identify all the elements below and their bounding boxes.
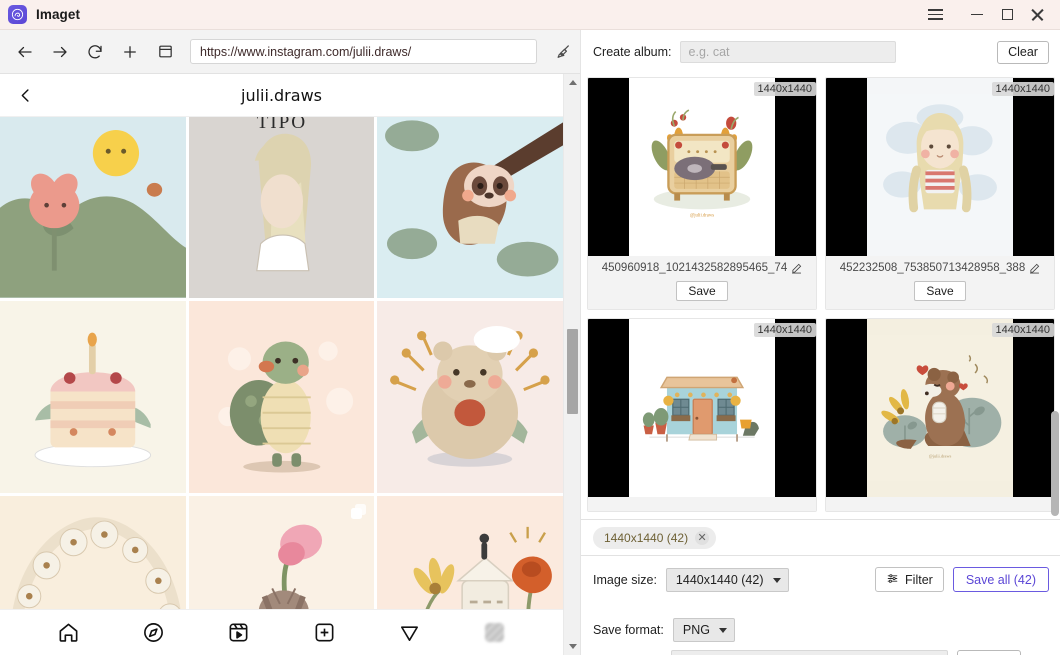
grid-post[interactable]: TIPO	[188, 105, 375, 298]
profile-avatar[interactable]	[481, 620, 507, 646]
result-thumbnail[interactable]: @julii.draws 1440x1440	[588, 78, 816, 256]
results-list: @julii.draws 1440x1440 450960918_1021432…	[581, 74, 1060, 519]
results-scrollbar[interactable]	[1051, 76, 1059, 517]
window-controls	[920, 0, 1060, 30]
dimension-badge: 1440x1440	[753, 323, 816, 337]
back-arrow-icon[interactable]	[12, 39, 38, 65]
save-all-button[interactable]: Save all (42)	[952, 567, 1049, 592]
sliders-icon	[886, 572, 899, 588]
result-meta	[588, 497, 816, 511]
forward-arrow-icon[interactable]	[47, 39, 73, 65]
instagram-post-grid: TIPO	[0, 105, 563, 655]
tabs-icon[interactable]	[152, 39, 178, 65]
save-format-row: Save format: PNG	[581, 615, 1060, 645]
result-thumbnail[interactable]: 1440x1440	[588, 319, 816, 497]
home-icon[interactable]	[56, 620, 82, 646]
clear-button[interactable]: Clear	[997, 40, 1049, 64]
grid-post[interactable]	[377, 300, 563, 494]
result-meta: 450960918_1021432582895465_74 Save	[588, 256, 816, 309]
save-button[interactable]: Save	[914, 281, 966, 301]
filter-button-label: Filter	[905, 572, 933, 587]
scroll-down-icon[interactable]	[564, 638, 581, 655]
grid-post[interactable]	[377, 105, 563, 298]
page-title: julii.draws	[241, 85, 322, 105]
result-thumbnail[interactable]: 1440x1440	[826, 78, 1054, 256]
address-bar[interactable]: https://www.instagram.com/julii.draws/	[190, 39, 537, 64]
create-album-label: Create album:	[593, 45, 672, 59]
save-format-label: Save format:	[593, 623, 664, 637]
result-card: 1440x1440	[587, 318, 817, 512]
save-format-select[interactable]: PNG	[672, 618, 735, 642]
image-size-select[interactable]: 1440x1440 (42)	[665, 567, 789, 592]
file-location-row: File location: C:\Users\mobeesoft\Deskto…	[581, 646, 1060, 655]
save-button[interactable]: Save	[676, 281, 728, 301]
chevron-down-icon	[772, 577, 781, 583]
grid-post[interactable]	[0, 300, 186, 494]
maximize-icon[interactable]	[992, 0, 1022, 30]
pencil-icon[interactable]	[791, 263, 802, 274]
instagram-header: julii.draws	[0, 74, 563, 117]
create-album-input[interactable]: e.g. cat	[679, 41, 896, 63]
minimize-icon[interactable]	[962, 0, 992, 30]
title-bar: Imaget	[0, 0, 1060, 30]
dimension-badge: 1440x1440	[991, 323, 1054, 337]
pencil-icon[interactable]	[1029, 263, 1040, 274]
grid-post[interactable]	[188, 300, 375, 494]
filter-tag-bar: 1440x1440 (42) ✕	[581, 519, 1060, 555]
create-icon[interactable]	[311, 620, 337, 646]
app-window: Imaget https://www.instagram.com/julii.d…	[0, 0, 1060, 655]
svg-text:@julii.draws: @julii.draws	[690, 214, 714, 219]
image-size-value: 1440x1440 (42)	[675, 572, 764, 587]
image-size-label: Image size:	[593, 572, 657, 587]
dimension-badge: 1440x1440	[991, 82, 1054, 96]
new-tab-icon[interactable]	[117, 39, 143, 65]
change-location-button[interactable]: Change	[957, 649, 1021, 655]
explore-icon[interactable]	[141, 620, 167, 646]
instagram-bottom-nav	[0, 609, 563, 655]
file-location-input[interactable]: C:\Users\mobeesoft\Desktop	[671, 650, 949, 655]
filter-button[interactable]: Filter	[875, 567, 944, 592]
result-filename: 450960918_1021432582895465_74	[601, 262, 788, 274]
grid-post[interactable]	[0, 105, 186, 298]
result-card: 1440x1440 452232508_753850713428958_388 …	[825, 77, 1055, 310]
broom-icon[interactable]	[546, 42, 580, 61]
result-card: @julii.draws 1440x1440 450960918_1021432…	[587, 77, 817, 310]
result-card: @julii.draws 1440x1440	[825, 318, 1055, 512]
save-format-value: PNG	[682, 623, 710, 637]
result-filename: 452232508_753850713428958_388	[839, 262, 1026, 274]
svg-text:@julii.draws: @julii.draws	[929, 454, 952, 459]
chevron-down-icon	[718, 628, 727, 633]
webview-scrollbar[interactable]	[563, 74, 580, 655]
scrollbar-thumb[interactable]	[567, 329, 578, 414]
scroll-up-icon[interactable]	[564, 74, 581, 91]
reload-icon[interactable]	[82, 39, 108, 65]
create-album-placeholder: e.g. cat	[688, 45, 730, 59]
result-thumbnail[interactable]: @julii.draws 1440x1440	[826, 319, 1054, 497]
instagram-webview: TIPO julii.draws	[0, 74, 580, 655]
menu-icon[interactable]	[920, 0, 950, 30]
scrollbar-thumb[interactable]	[1051, 411, 1059, 516]
reels-icon[interactable]	[226, 620, 252, 646]
dimension-badge: 1440x1440	[753, 82, 816, 96]
app-title: Imaget	[36, 7, 81, 22]
imaget-panel: Create album: e.g. cat Clear @julii.draw…	[580, 30, 1060, 655]
address-bar-value: https://www.instagram.com/julii.draws/	[200, 44, 412, 59]
image-size-bar: Image size: 1440x1440 (42) Filter Save a…	[581, 555, 1060, 603]
close-icon[interactable]	[1022, 0, 1052, 30]
carousel-icon	[351, 504, 367, 520]
messages-icon[interactable]	[396, 620, 422, 646]
app-logo-icon	[8, 5, 27, 24]
create-album-row: Create album: e.g. cat Clear	[581, 30, 1060, 74]
size-filter-tag-label: 1440x1440 (42)	[604, 530, 689, 545]
browser-toolbar: https://www.instagram.com/julii.draws/	[0, 30, 580, 74]
result-meta: 452232508_753850713428958_388 Save	[826, 256, 1054, 309]
remove-tag-icon[interactable]: ✕	[695, 530, 710, 545]
result-meta	[826, 497, 1054, 511]
size-filter-tag[interactable]: 1440x1440 (42) ✕	[593, 526, 717, 549]
